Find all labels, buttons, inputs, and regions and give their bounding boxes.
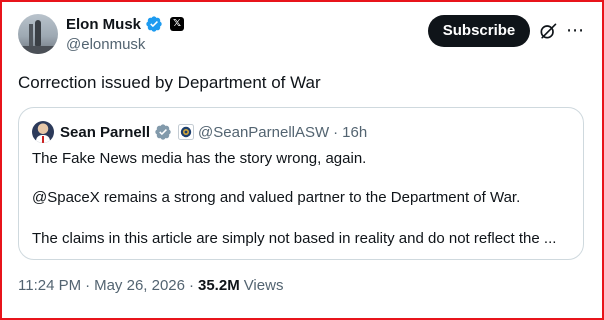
views-label: Views: [243, 277, 284, 294]
more-options-icon[interactable]: ⋯: [566, 21, 584, 41]
quoted-author-handle[interactable]: @SeanParnellASW: [198, 124, 329, 141]
tweet-text: Correction issued by Department of War: [18, 73, 321, 92]
grok-icon[interactable]: [538, 21, 558, 41]
quoted-timestamp[interactable]: 16h: [342, 124, 367, 141]
author-display-name[interactable]: Elon Musk: [66, 16, 141, 33]
author-handle[interactable]: @elonmusk: [66, 36, 145, 53]
meta-separator: ·: [85, 277, 91, 294]
author-avatar[interactable]: [18, 14, 58, 54]
quoted-text-line-3: The claims in this article are simply no…: [32, 230, 557, 247]
verified-badge-icon[interactable]: [145, 15, 163, 33]
views-count: 35.2M: [198, 277, 240, 294]
tweet-metadata: 11:24 PM · May 26, 2026 · 35.2M Views: [18, 277, 283, 294]
meta-separator-2: ·: [189, 277, 194, 294]
quoted-separator: ·: [333, 123, 339, 141]
quoted-tweet-header: Sean Parnell @SeanParnellASW · 16h: [60, 122, 367, 142]
post-date[interactable]: May 26, 2026: [94, 277, 185, 294]
subscribe-button[interactable]: Subscribe: [428, 15, 530, 47]
quoted-author-name[interactable]: Sean Parnell: [60, 124, 150, 141]
quoted-text-line-1: The Fake News media has the story wrong,…: [32, 150, 367, 167]
quoted-tweet-card[interactable]: Sean Parnell @SeanParnellASW · 16h The F…: [18, 107, 584, 260]
quoted-author-avatar[interactable]: [32, 121, 54, 143]
government-seal-icon: [178, 124, 195, 140]
post-time[interactable]: 11:24 PM: [18, 277, 81, 294]
quoted-text-line-2: @SpaceX remains a strong and valued part…: [32, 189, 521, 206]
quoted-verified-badge-icon: [155, 124, 171, 140]
author-name-row: Elon Musk 𝕏: [66, 14, 185, 34]
x-logo-icon[interactable]: 𝕏: [170, 17, 185, 31]
